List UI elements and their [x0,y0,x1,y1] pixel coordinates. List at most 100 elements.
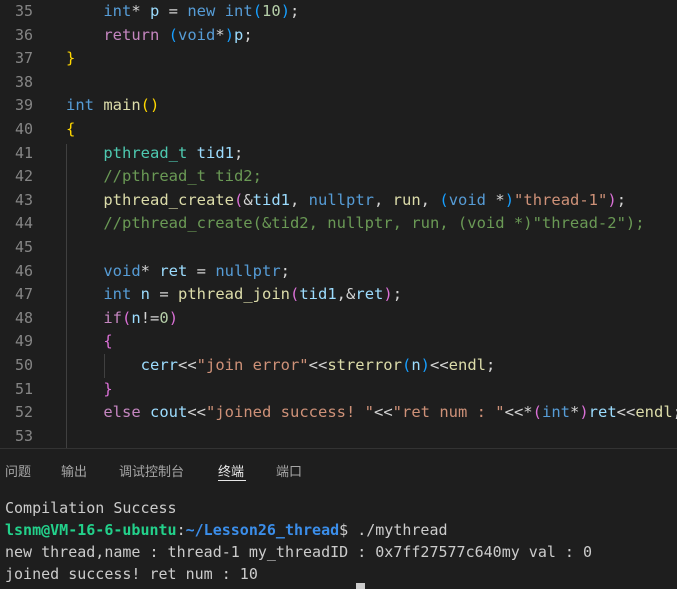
code-line[interactable]: 37} [0,47,677,71]
code-token: = [187,261,216,280]
code-line[interactable]: 44 //pthread_create(&tid2, nullptr, run,… [0,212,677,236]
code-text: cerr<<"join error"<<strerror(n)<<endl; [66,354,496,378]
code-token: tid1 [299,285,337,304]
code-token: ( [233,190,244,209]
terminal-prompt-line: lsnm@VM-16-6-ubuntu:~/Lesson26_thread$ .… [5,519,448,541]
code-token: //pthread_t tid2; [103,167,262,186]
code-line[interactable]: 47 int n = pthread_join(tid1,&ret); [0,283,677,307]
code-line[interactable]: 46 void* ret = nullptr; [0,260,677,284]
code-token: ) [168,308,179,327]
code-text: { [66,118,75,142]
code-token: pthread_join [178,285,290,304]
code-token: //pthread_create(&tid2, nullptr, run, (v… [103,214,645,233]
terminal-output-line: new thread,name : thread-1 my_threadID :… [5,543,592,561]
code-token: run [392,190,421,209]
line-number: 51 [14,379,33,398]
code-line[interactable]: 35 int* p = new int(10); [0,0,677,24]
line-number: 38 [14,72,33,91]
code-token: << [308,356,328,374]
code-line[interactable]: 36 return (void*)p; [0,24,677,48]
code-line[interactable]: 48 if(n!=0) [0,307,677,331]
code-token: p [150,2,160,20]
code-token: ret [588,403,617,422]
code-token: * [569,403,580,422]
code-token: void [178,25,216,44]
code-token: ret [355,285,384,304]
code-token: ) [504,190,515,209]
code-token: ( [122,308,132,327]
code-token: int [103,2,132,20]
code-line[interactable]: 51 } [0,378,677,402]
code-line[interactable]: 45 [0,236,677,260]
code-token: n [411,356,421,374]
code-token: else [103,403,141,422]
code-line[interactable]: 39 int main() [0,94,677,118]
code-token: { [103,332,113,351]
code-token: ; [234,143,244,162]
code-token: ( [290,285,300,304]
code-token: * [140,261,160,280]
code-token: ( [532,403,542,422]
terminal-output-line: joined success! ret num : 10 [5,565,258,583]
code-line[interactable]: 43 pthread_create(&tid1, nullptr, run, (… [0,189,677,213]
code-token: nullptr [215,261,281,280]
line-number: 53 [14,426,33,445]
line-number: 36 [14,25,33,44]
code-token: , [336,285,347,304]
code-token: tid1 [252,190,290,209]
code-token: endl [448,356,486,374]
code-token: <<* [504,403,533,422]
code-line[interactable]: 53 [0,425,677,448]
line-number: 44 [14,214,33,233]
line-number: 40 [14,120,33,138]
code-token: "thread-1" [514,190,608,209]
code-token: ) [420,356,430,374]
code-line[interactable]: 49 { [0,330,677,354]
code-token: "joined success! " [206,403,374,422]
code-line[interactable]: 50 cerr<<"join error"<<strerror(n)<<endl… [0,354,677,378]
code-token: ) [383,285,393,304]
code-token: 10 [262,2,281,20]
code-token: int [541,403,570,422]
code-token: int [66,96,94,115]
code-editor[interactable]: 35 int* p = new int(10); 36 return (void*… [0,0,677,448]
code-token: * [215,25,225,44]
code-line[interactable]: 40 { [0,118,677,142]
code-token: ( [401,356,412,374]
prompt-path: ~/Lesson26_thread [185,521,340,539]
code-token: pthread_t [103,143,188,162]
code-token: void [448,190,487,209]
panel-tab[interactable]: 终端 [218,461,244,480]
code-line[interactable]: 38 [0,71,677,95]
code-token: strerror [327,356,402,374]
panel-tab[interactable]: 端口 [276,461,302,480]
code-token: { [66,120,76,138]
code-token: n [140,285,151,304]
code-text: void* ret = nullptr; [66,260,290,284]
code-text: } [66,47,75,71]
code-token: & [346,285,356,304]
code-text: pthread_t tid1; [66,142,243,166]
code-text: int main() [66,94,159,118]
code-line[interactable]: 52 else cout<<"joined success! "<<"ret n… [0,401,677,425]
code-token: main [103,96,141,115]
panel-tab[interactable]: 调试控制台 [119,461,184,480]
code-text: int n = pthread_join(tid1,&ret); [66,283,402,307]
code-token: new [187,2,216,20]
code-line[interactable]: 41 pthread_t tid1; [0,142,677,166]
code-text: else cout<<"joined success! "<<"ret num … [66,401,677,425]
code-token: 0 [159,308,169,327]
panel-tab[interactable]: 问题 [5,461,31,480]
code-token: , [420,190,440,209]
code-line[interactable]: 42 //pthread_t tid2; [0,165,677,189]
line-number: 45 [14,238,33,256]
code-token: << [430,356,449,374]
panel-tab[interactable]: 输出 [61,461,87,480]
